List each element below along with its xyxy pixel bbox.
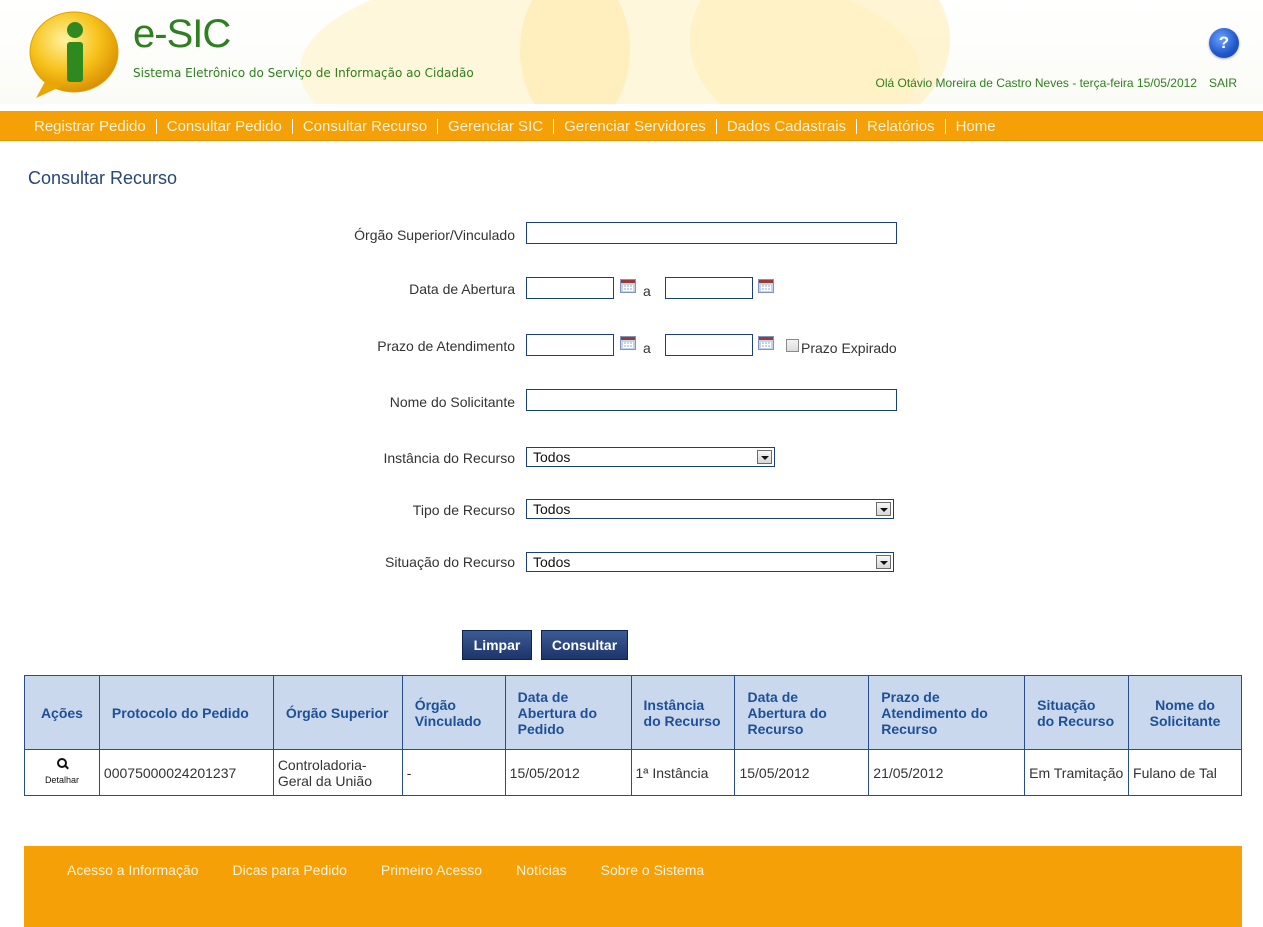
nome-label: Nome do Solicitante [389, 394, 515, 410]
nav-item-home[interactable]: Home [946, 119, 1006, 134]
footer-link-dicas-pedido[interactable]: Dicas para Pedido [233, 862, 347, 878]
results-table: Ações Protocolo do Pedido Órgão Superior… [24, 675, 1242, 796]
column-header: Órgão Superior [272, 675, 403, 750]
form-row-data-abertura: Data de Abertura a [0, 276, 1263, 302]
table-cell: Controladoria-Geral da União [272, 749, 403, 796]
instancia-selected-value: Todos [533, 449, 571, 465]
form-row-orgao: Órgão Superior/Vinculado [0, 222, 1263, 248]
situacao-selected-value: Todos [533, 554, 571, 570]
table-cell: 15/05/2012 [504, 749, 632, 796]
table-cell: 21/05/2012 [868, 749, 1026, 796]
column-header: Nome do Solicitante [1128, 675, 1242, 750]
table-cell: Em Tramitação [1024, 749, 1130, 796]
situacao-label: Situação do Recurso [385, 554, 515, 570]
table-header-row: Ações Protocolo do Pedido Órgão Superior… [24, 675, 1242, 750]
table-cell: 00075000024201237 [98, 749, 274, 796]
form-row-instancia: Instância do Recurso Todos [0, 445, 1263, 471]
calendar-icon[interactable] [758, 279, 774, 293]
calendar-icon[interactable] [620, 279, 636, 293]
main-nav: Registrar Pedido Consultar Pedido Consul… [0, 111, 1263, 141]
column-header: Situação do Recurso [1024, 675, 1130, 750]
column-header: Protocolo do Pedido [98, 675, 274, 750]
footer-link-primeiro-acesso[interactable]: Primeiro Acesso [381, 862, 482, 878]
table-row: Detalhar 00075000024201237 Controladoria… [24, 749, 1242, 796]
orgao-input[interactable] [526, 222, 897, 244]
column-header: Ações [24, 675, 100, 750]
site-header: e-SIC Sistema Eletrônico do Serviço de I… [0, 0, 1263, 104]
data-abertura-from-input[interactable] [526, 277, 614, 299]
column-header: Prazo de Atendimento do Recurso [868, 675, 1026, 750]
tipo-selected-value: Todos [533, 501, 571, 517]
help-icon[interactable]: ? [1209, 28, 1239, 58]
nav-item-gerenciar-servidores[interactable]: Gerenciar Servidores [554, 118, 717, 134]
calendar-icon[interactable] [758, 336, 774, 350]
table-cell: 15/05/2012 [734, 749, 870, 796]
footer-link-noticias[interactable]: Notícias [516, 862, 567, 878]
data-abertura-label: Data de Abertura [409, 281, 515, 297]
prazo-expirado-label: Prazo Expirado [801, 340, 897, 356]
user-greeting: Olá Otávio Moreira de Castro Neves - ter… [876, 76, 1238, 90]
prazo-from-input[interactable] [526, 334, 614, 356]
greeting-text: Olá Otávio Moreira de Castro Neves - ter… [875, 76, 1197, 90]
chevron-down-icon[interactable] [876, 555, 891, 569]
nav-item-registrar-pedido[interactable]: Registrar Pedido [24, 118, 157, 134]
table-cell: Fulano de Tal [1128, 749, 1242, 796]
nav-item-dados-cadastrais[interactable]: Dados Cadastrais [717, 118, 858, 134]
footer-link-acesso-informacao[interactable]: Acesso a Informação [67, 862, 199, 878]
prazo-to-input[interactable] [665, 334, 753, 356]
tipo-select[interactable]: Todos [526, 499, 894, 519]
nav-item-consultar-recurso[interactable]: Consultar Recurso [293, 118, 439, 134]
detail-button[interactable]: Detalhar [29, 757, 95, 788]
info-logo-icon [29, 11, 119, 98]
table-cell-actions: Detalhar [24, 749, 100, 796]
chevron-down-icon[interactable] [757, 450, 772, 464]
header-decoration [520, 0, 630, 104]
table-cell: - [401, 749, 506, 796]
column-header: Data de Abertura do Pedido [504, 675, 632, 750]
nav-item-consultar-pedido[interactable]: Consultar Pedido [157, 118, 293, 134]
form-row-situacao: Situação do Recurso Todos [0, 549, 1263, 575]
nome-solicitante-input[interactable] [526, 389, 897, 411]
form-row-tipo: Tipo de Recurso Todos [0, 497, 1263, 523]
range-separator: a [643, 340, 651, 356]
column-header: Instância do Recurso [630, 675, 736, 750]
clear-button[interactable]: Limpar [462, 630, 532, 660]
brand-tagline: Sistema Eletrônico do Serviço de Informa… [133, 66, 474, 80]
range-separator: a [643, 283, 651, 299]
prazo-expirado-checkbox[interactable] [786, 339, 799, 352]
situacao-select[interactable]: Todos [526, 552, 894, 572]
table-cell: 1ª Instância [630, 749, 736, 796]
search-button[interactable]: Consultar [541, 630, 628, 660]
logout-link[interactable]: SAIR [1209, 76, 1237, 90]
calendar-icon[interactable] [620, 336, 636, 350]
page-title: Consultar Recurso [28, 168, 178, 188]
nav-item-relatorios[interactable]: Relatórios [857, 118, 946, 134]
footer-link-sobre-sistema[interactable]: Sobre o Sistema [601, 862, 705, 878]
magnifier-icon [55, 757, 69, 771]
tipo-label: Tipo de Recurso [412, 502, 515, 518]
instancia-select[interactable]: Todos [526, 447, 775, 467]
instancia-label: Instância do Recurso [383, 450, 515, 466]
nav-item-gerenciar-sic[interactable]: Gerenciar SIC [438, 118, 555, 134]
site-footer: Acesso a Informação Dicas para Pedido Pr… [24, 846, 1242, 927]
chevron-down-icon[interactable] [876, 502, 891, 516]
brand-name: e-SIC [133, 12, 231, 56]
prazo-label: Prazo de Atendimento [377, 338, 515, 354]
column-header: Data de Abertura do Recurso [734, 675, 870, 750]
form-row-prazo: Prazo de Atendimento a Prazo Expirado [0, 333, 1263, 359]
data-abertura-to-input[interactable] [665, 277, 753, 299]
detail-button-label: Detalhar [44, 775, 79, 785]
column-header: Órgão Vinculado [401, 675, 506, 750]
orgao-label: Órgão Superior/Vinculado [354, 227, 515, 243]
form-row-nome: Nome do Solicitante [0, 389, 1263, 415]
